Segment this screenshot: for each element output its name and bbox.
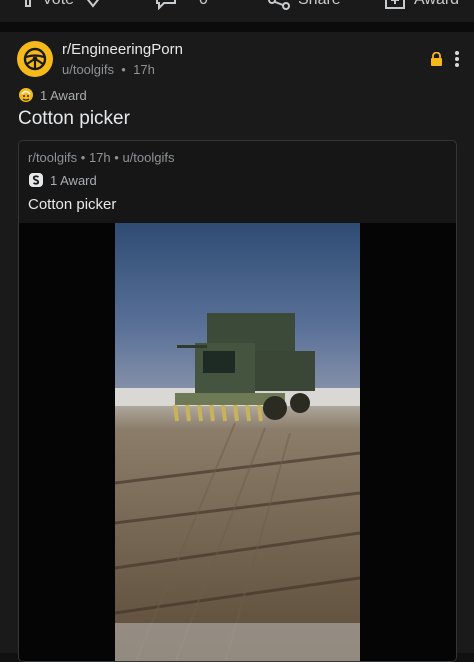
lock-icon — [431, 52, 442, 66]
share-label: Share — [298, 0, 341, 9]
comment-count: 0 — [199, 0, 208, 9]
meta-separator: • — [80, 150, 86, 165]
share-button[interactable]: Share — [268, 0, 341, 10]
award-label: Award — [414, 0, 459, 9]
meta-separator: • — [114, 150, 119, 165]
comments-button[interactable]: 0 — [155, 0, 208, 10]
post-meta: u/toolgifs • 17h — [62, 62, 155, 77]
steering-wheel-icon — [23, 47, 47, 71]
crosspost-award-count: 1 Award — [50, 172, 97, 188]
kebab-menu-icon[interactable] — [454, 50, 460, 68]
post-age: 17h — [133, 62, 155, 77]
crosspost-author[interactable]: u/toolgifs — [122, 150, 174, 165]
crosspost-age: 17h — [88, 150, 111, 165]
subreddit-avatar[interactable] — [17, 41, 53, 77]
add-award-icon — [385, 0, 405, 9]
subreddit-name[interactable]: r/EngineeringPorn — [62, 41, 183, 58]
post-title[interactable]: Cotton picker — [18, 108, 130, 130]
upvote-icon[interactable] — [22, 0, 34, 10]
crosspost-meta: r/toolgifs • 17h • u/toolgifs — [28, 150, 175, 165]
crosspost-title[interactable]: Cotton picker — [28, 196, 116, 213]
post-action-bar: Vote 0 Share Award — [0, 0, 474, 22]
vote-control[interactable]: Vote — [22, 0, 104, 10]
vote-label: Vote — [42, 0, 74, 9]
comment-icon — [156, 0, 176, 10]
crosspost-card[interactable]: r/toolgifs • 17h • u/toolgifs 1 Award Co… — [18, 140, 457, 662]
cotton-picker-video-frame — [115, 223, 360, 661]
share-icon — [268, 0, 290, 10]
crosspost-subreddit[interactable]: r/toolgifs — [28, 150, 77, 165]
award-count: 1 Award — [40, 87, 87, 103]
silver-award-icon — [29, 173, 43, 187]
post-awards[interactable]: 1 Award — [18, 87, 87, 103]
crosspost-awards[interactable]: 1 Award — [28, 172, 97, 188]
downvote-icon[interactable] — [82, 0, 104, 10]
video-player[interactable] — [19, 223, 456, 661]
feed-divider — [0, 22, 474, 32]
post-card[interactable]: r/EngineeringPorn u/toolgifs • 17h 1 Awa… — [0, 32, 474, 662]
award-button[interactable]: Award — [384, 0, 459, 10]
post-author[interactable]: u/toolgifs — [62, 62, 114, 77]
award-icon — [19, 88, 33, 102]
